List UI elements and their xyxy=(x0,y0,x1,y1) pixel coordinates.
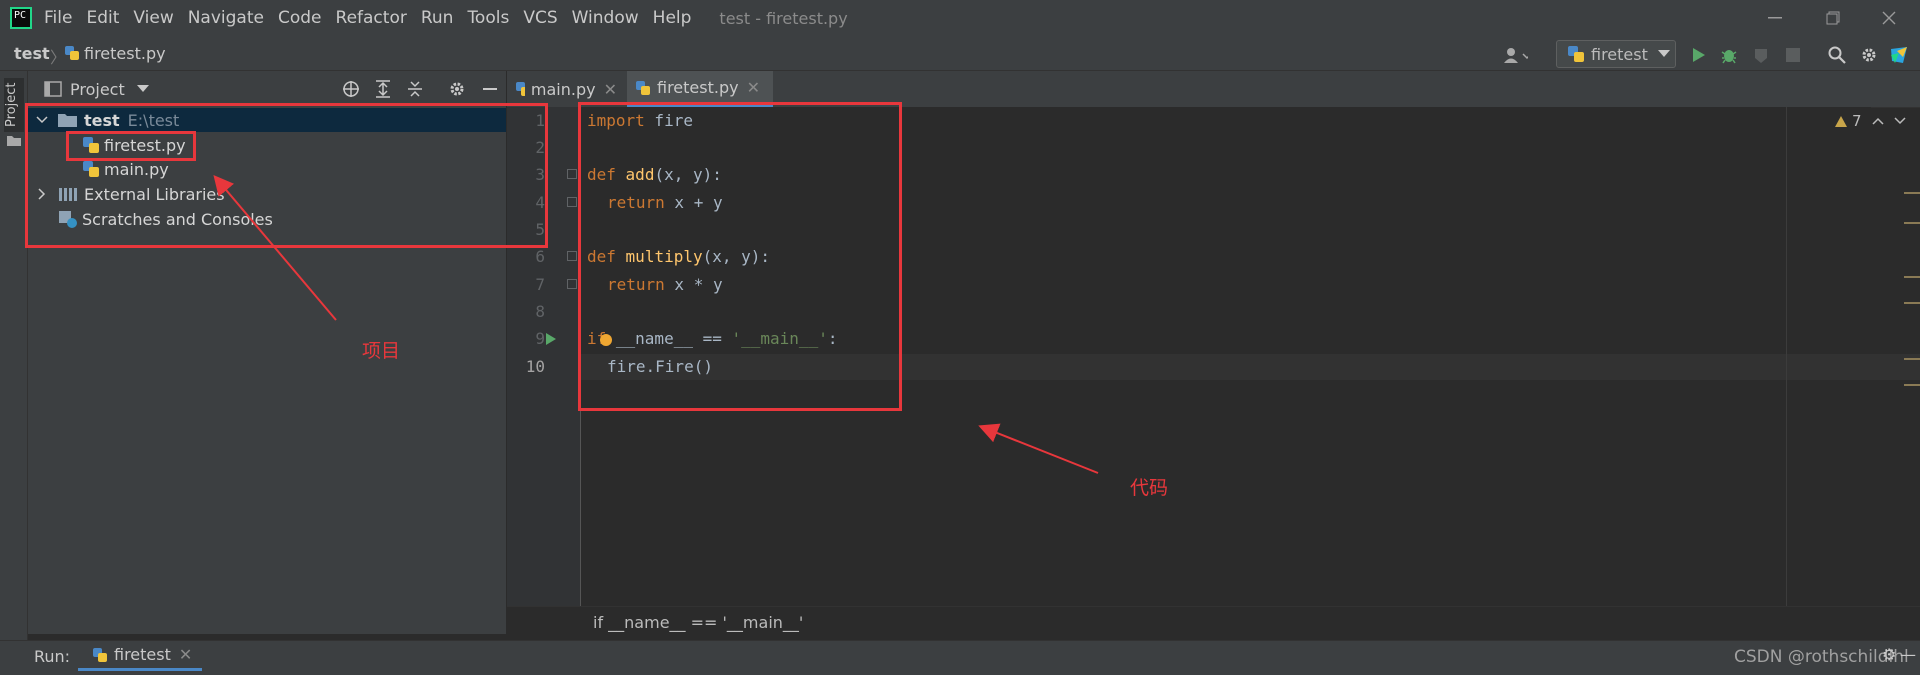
arrow-to-project xyxy=(213,174,337,321)
annotation-arrows xyxy=(213,174,1099,474)
annotation-label-project: 项目 xyxy=(362,340,401,362)
annotation-label-code: 代码 xyxy=(1130,477,1169,499)
arrow-to-code xyxy=(978,423,1099,474)
